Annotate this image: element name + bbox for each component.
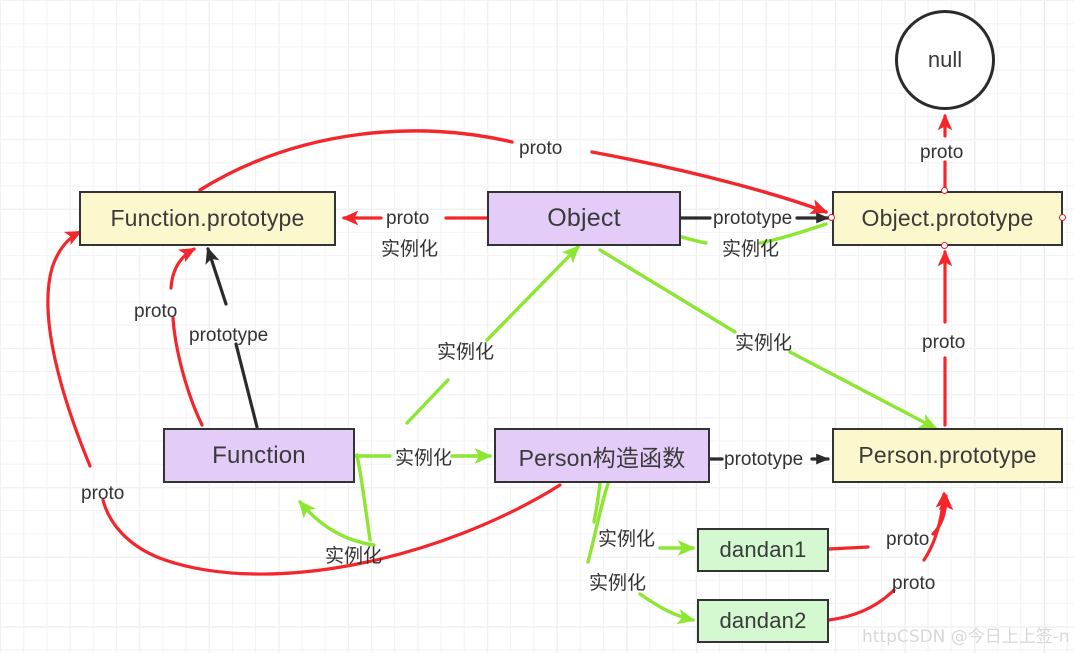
edge-label-proto-pp-op: proto (922, 332, 966, 353)
node-object-prototype-label: Object.prototype (861, 205, 1034, 231)
edge-function-to-function-prototype-prototype (234, 342, 259, 429)
edge-person-ctor-to-function-instance-2 (355, 453, 372, 542)
edge-dandan2-to-person-prototype (827, 588, 896, 622)
node-null-label: null (927, 47, 963, 72)
node-dandan1-label: dandan1 (719, 537, 807, 562)
edge-label-instance-ctor-dandan2: 实例化 (589, 572, 647, 594)
edge-label-proto-function-fp: proto (134, 301, 178, 322)
edge-label-prototype-object-op: prototype (713, 208, 793, 229)
port-object-prototype-bottom (941, 242, 948, 249)
edge-person-ctor-to-function-prototype-2 (46, 230, 92, 468)
edge-function-to-object-instance (405, 378, 450, 425)
edge-label-proto-dandan1-pp: proto (886, 529, 930, 550)
node-object[interactable]: Object (487, 191, 681, 246)
edge-label-proto-dandan2-pp: proto (892, 573, 936, 594)
watermark-text: CSDN @今日上上签 (896, 627, 1053, 647)
edge-function-prototype-to-object-prototype (198, 129, 514, 192)
watermark-suffix: -n (1052, 627, 1070, 647)
edge-label-proto-op-null: proto (920, 142, 964, 163)
watermark: httpCSDN @今日上上签-n (862, 622, 1070, 647)
node-function[interactable]: Function (163, 428, 355, 483)
node-function-label: Function (212, 441, 306, 469)
edge-person-ctor-to-dandan2-instance-2 (638, 592, 696, 625)
edge-person-ctor-to-dandan2-instance (586, 482, 610, 564)
port-object-prototype-left (828, 214, 835, 221)
node-object-label: Object (547, 204, 621, 232)
edge-dandan1-to-person-prototype-2 (931, 493, 954, 536)
node-dandan2-label: dandan2 (719, 608, 807, 633)
node-function-prototype[interactable]: Function.prototype (79, 191, 336, 246)
edge-object-to-person-prototype-instance (598, 248, 737, 334)
edge-label-instance-function-ctor: 实例化 (395, 447, 453, 469)
node-object-prototype[interactable]: Object.prototype (832, 191, 1063, 246)
node-person-constructor[interactable]: Person构造函数 (494, 428, 710, 483)
node-person-prototype-label: Person.prototype (858, 442, 1037, 468)
edge-label-instance-ctor-function: 实例化 (325, 545, 383, 567)
edge-object-to-person-prototype-instance-2 (788, 350, 938, 430)
port-object-prototype-right (1059, 214, 1066, 221)
node-dandan1[interactable]: dandan1 (697, 528, 829, 572)
edge-label-proto-fp-op: proto (519, 138, 563, 159)
edge-label-instance-ctor-dandan1: 实例化 (598, 528, 656, 550)
edge-label-instance-object-fp: 实例化 (381, 238, 439, 260)
node-dandan2[interactable]: dandan2 (697, 599, 829, 643)
edge-label-instance-object-pp: 实例化 (735, 332, 793, 354)
node-function-prototype-label: Function.prototype (110, 205, 305, 231)
edge-label-prototype-ctor-pp: prototype (724, 449, 804, 470)
edge-label-instance-object-op: 实例化 (722, 238, 780, 260)
watermark-prefix: http (862, 627, 897, 647)
port-object-prototype-top (941, 187, 948, 194)
node-null[interactable]: null (895, 10, 995, 110)
edge-function-to-function-prototype-proto-2 (169, 247, 197, 290)
diagram-canvas: Function.prototype Object Object.prototy… (0, 0, 1074, 653)
edge-person-ctor-to-function-instance (298, 500, 376, 547)
edge-function-to-object-instance-2 (485, 245, 580, 342)
edge-label-proto-object-fp: proto (386, 208, 430, 229)
edge-label-prototype-function-fp: prototype (189, 325, 269, 346)
edge-dandan1-to-person-prototype (827, 545, 870, 551)
node-person-prototype[interactable]: Person.prototype (832, 428, 1063, 483)
edge-person-ctor-to-dandan1-instance (592, 481, 602, 524)
edge-label-proto-ctor-fp: proto (81, 483, 125, 504)
node-person-constructor-label: Person构造函数 (518, 444, 686, 471)
edge-dandan2-to-person-prototype-2 (922, 491, 951, 562)
edge-function-to-function-prototype-prototype-2 (205, 246, 228, 306)
edge-label-instance-function-object: 实例化 (437, 341, 495, 363)
